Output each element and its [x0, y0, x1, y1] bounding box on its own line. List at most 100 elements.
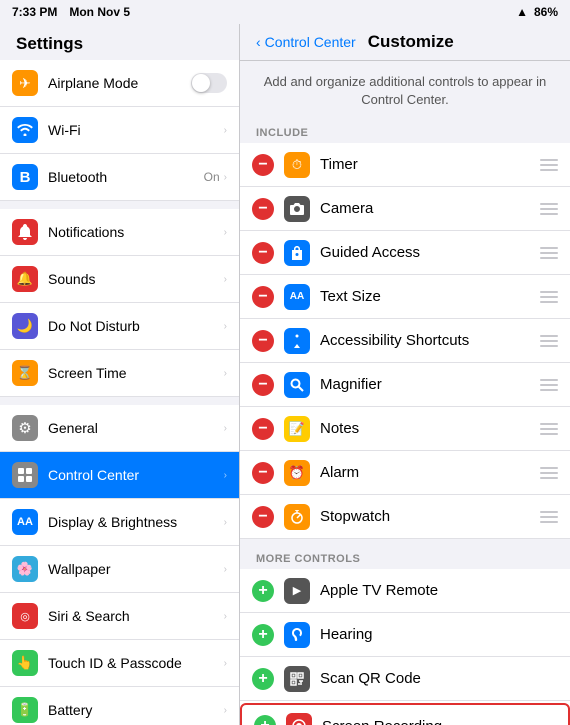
guided-access-icon: [284, 240, 310, 266]
notes-label: Notes: [320, 420, 540, 437]
dnd-chevron: ›: [224, 321, 227, 332]
stopwatch-drag-handle[interactable]: [540, 511, 558, 523]
dnd-icon: 🌙: [12, 313, 38, 339]
control-item-timer[interactable]: − ⏱ Timer: [240, 143, 570, 187]
wifi-icon: [12, 117, 38, 143]
screentime-chevron: ›: [224, 368, 227, 379]
stopwatch-icon: [284, 504, 310, 530]
sidebar-item-battery[interactable]: 🔋 Battery ›: [0, 687, 239, 725]
control-item-alarm[interactable]: − ⏰ Alarm: [240, 451, 570, 495]
notes-drag-handle[interactable]: [540, 423, 558, 435]
sidebar-item-dnd[interactable]: 🌙 Do Not Disturb ›: [0, 303, 239, 350]
notifications-icon: [12, 219, 38, 245]
description-text: Add and organize additional controls to …: [264, 74, 547, 107]
add-hearing-btn[interactable]: +: [252, 624, 274, 646]
control-item-guided-access[interactable]: − Guided Access: [240, 231, 570, 275]
text-size-drag-handle[interactable]: [540, 291, 558, 303]
alarm-label: Alarm: [320, 464, 540, 481]
sidebar-item-general[interactable]: ⚙ General ›: [0, 405, 239, 452]
timer-icon: ⏱: [284, 152, 310, 178]
sidebar-item-wifi[interactable]: Wi-Fi ›: [0, 107, 239, 154]
sidebar-item-siri[interactable]: ◎ Siri & Search ›: [0, 593, 239, 640]
sidebar-item-screentime[interactable]: ⌛ Screen Time ›: [0, 350, 239, 397]
alarm-icon: ⏰: [284, 460, 310, 486]
airplane-toggle[interactable]: [191, 73, 227, 93]
battery-icon: 🔋: [12, 697, 38, 723]
battery-chevron: ›: [224, 705, 227, 716]
more-controls-section-header: MORE CONTROLS: [240, 547, 570, 569]
accessibility-icon: [284, 328, 310, 354]
sidebar-item-display[interactable]: AA Display & Brightness ›: [0, 499, 239, 546]
control-item-accessibility[interactable]: − Accessibility Shortcuts: [240, 319, 570, 363]
magnifier-icon: [284, 372, 310, 398]
remove-timer-btn[interactable]: −: [252, 154, 274, 176]
sidebar-item-airplane[interactable]: ✈ Airplane Mode: [0, 60, 239, 107]
timer-drag-handle[interactable]: [540, 159, 558, 171]
remove-camera-btn[interactable]: −: [252, 198, 274, 220]
remove-text-size-btn[interactable]: −: [252, 286, 274, 308]
magnifier-drag-handle[interactable]: [540, 379, 558, 391]
sidebar-item-sounds[interactable]: 🔔 Sounds ›: [0, 256, 239, 303]
siri-icon: ◎: [12, 603, 38, 629]
wallpaper-icon: 🌸: [12, 556, 38, 582]
control-item-notes[interactable]: − 📝 Notes: [240, 407, 570, 451]
main-layout: Settings ✈ Airplane Mode Wi-Fi › B Bluet…: [0, 24, 570, 725]
hearing-label: Hearing: [320, 626, 558, 643]
more-controls-gap: [240, 539, 570, 547]
sounds-label: Sounds: [48, 271, 220, 287]
status-right: ▲ 86%: [516, 5, 558, 19]
right-title: Customize: [368, 32, 454, 52]
status-day: Mon Nov 5: [69, 5, 130, 19]
bluetooth-chevron: ›: [224, 172, 227, 183]
siri-label: Siri & Search: [48, 608, 220, 624]
status-time: 7:33 PM: [12, 5, 57, 19]
remove-guided-access-btn[interactable]: −: [252, 242, 274, 264]
wallpaper-label: Wallpaper: [48, 561, 220, 577]
remove-stopwatch-btn[interactable]: −: [252, 506, 274, 528]
display-chevron: ›: [224, 517, 227, 528]
control-item-apple-tv[interactable]: + ▶ Apple TV Remote: [240, 569, 570, 613]
alarm-drag-handle[interactable]: [540, 467, 558, 479]
control-item-screen-recording[interactable]: + Screen Recording: [240, 703, 570, 725]
control-item-text-size[interactable]: − AA Text Size: [240, 275, 570, 319]
guided-access-drag-handle[interactable]: [540, 247, 558, 259]
general-label: General: [48, 420, 220, 436]
remove-alarm-btn[interactable]: −: [252, 462, 274, 484]
add-screen-recording-btn[interactable]: +: [254, 715, 276, 725]
notes-icon: 📝: [284, 416, 310, 442]
sidebar-item-wallpaper[interactable]: 🌸 Wallpaper ›: [0, 546, 239, 593]
back-label[interactable]: Control Center: [265, 34, 356, 50]
sidebar-title: Settings: [0, 24, 239, 60]
control-item-scan-qr[interactable]: + Scan QR Code: [240, 657, 570, 701]
sidebar-item-bluetooth[interactable]: B Bluetooth On ›: [0, 154, 239, 201]
touchid-chevron: ›: [224, 658, 227, 669]
wifi-label: Wi-Fi: [48, 122, 220, 138]
remove-accessibility-btn[interactable]: −: [252, 330, 274, 352]
separator-2: [0, 397, 239, 405]
camera-drag-handle[interactable]: [540, 203, 558, 215]
back-arrow-icon: ‹: [256, 34, 261, 50]
control-item-stopwatch[interactable]: − Stopwatch: [240, 495, 570, 539]
timer-label: Timer: [320, 156, 540, 173]
accessibility-label: Accessibility Shortcuts: [320, 332, 540, 349]
remove-notes-btn[interactable]: −: [252, 418, 274, 440]
text-size-icon: AA: [284, 284, 310, 310]
camera-icon: [284, 196, 310, 222]
battery-level: 86%: [534, 5, 558, 19]
add-scan-qr-btn[interactable]: +: [252, 668, 274, 690]
stopwatch-label: Stopwatch: [320, 508, 540, 525]
control-item-magnifier[interactable]: − Magnifier: [240, 363, 570, 407]
control-item-camera[interactable]: − Camera: [240, 187, 570, 231]
battery-label: Battery: [48, 702, 220, 718]
accessibility-drag-handle[interactable]: [540, 335, 558, 347]
sidebar-item-controlcenter[interactable]: Control Center ›: [0, 452, 239, 499]
sidebar-item-touchid[interactable]: 👆 Touch ID & Passcode ›: [0, 640, 239, 687]
controlcenter-icon: [12, 462, 38, 488]
remove-magnifier-btn[interactable]: −: [252, 374, 274, 396]
control-item-hearing[interactable]: + Hearing: [240, 613, 570, 657]
scan-qr-label: Scan QR Code: [320, 670, 558, 687]
apple-tv-label: Apple TV Remote: [320, 582, 558, 599]
add-apple-tv-btn[interactable]: +: [252, 580, 274, 602]
sidebar-item-notifications[interactable]: Notifications ›: [0, 209, 239, 256]
status-left: 7:33 PM Mon Nov 5: [12, 5, 130, 19]
